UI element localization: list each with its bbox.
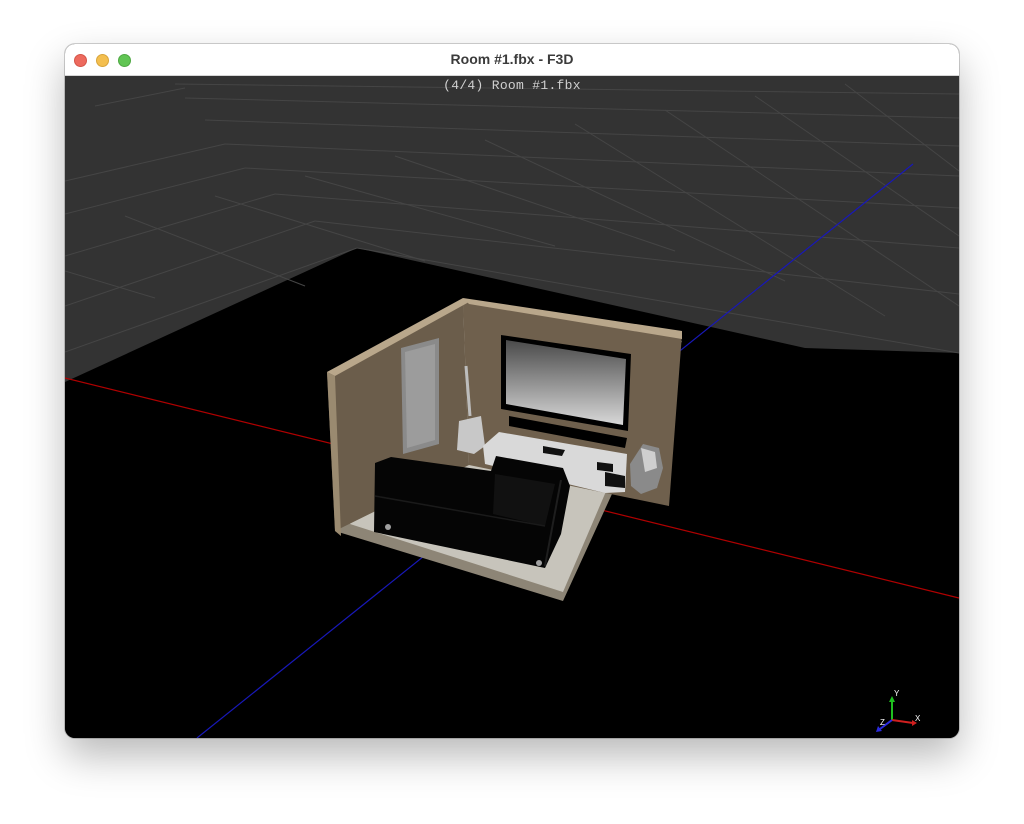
axis-gizmo: Y X Z	[876, 689, 921, 732]
gizmo-z-label: Z	[880, 718, 885, 727]
window-title: Room #1.fbx - F3D	[450, 51, 574, 67]
guitar	[457, 416, 485, 454]
3d-viewport[interactable]: Y X Z (4/4) Room #1.fbx	[65, 76, 959, 738]
gizmo-x-label: X	[915, 714, 921, 723]
file-info-label: (4/4) Room #1.fbx	[443, 78, 581, 93]
scene-render[interactable]: Y X Z	[65, 76, 959, 738]
title-bar[interactable]: Room #1.fbx - F3D	[65, 44, 959, 76]
room-model[interactable]	[327, 298, 682, 601]
app-window: Room #1.fbx - F3D Y X Z (4/4) Room #1.fb…	[65, 44, 959, 738]
gizmo-y-label: Y	[894, 689, 900, 698]
gizmo-x-axis	[891, 719, 914, 724]
